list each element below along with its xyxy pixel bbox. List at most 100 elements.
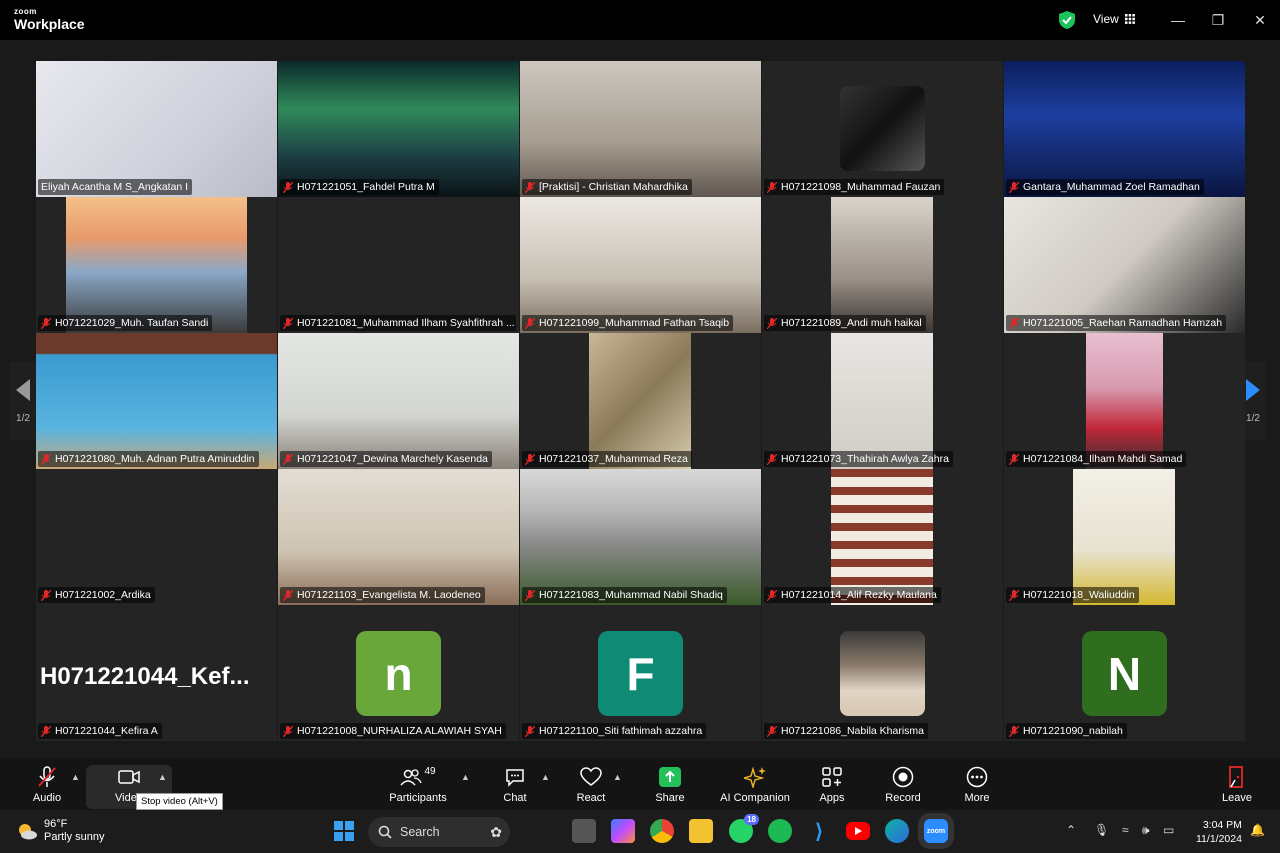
video-tooltip: Stop video (Alt+V): [136, 793, 223, 810]
more-button[interactable]: More: [960, 764, 994, 808]
participant-tile[interactable]: H071221051_Fahdel Putra M: [278, 61, 519, 197]
volume-icon[interactable]: 🕪: [1142, 823, 1150, 838]
participant-name-label: H071221047_Dewina Marchely Kasenda: [280, 451, 492, 467]
participant-tile[interactable]: N H071221090_nabilah: [1004, 605, 1245, 741]
participant-name-label: H071221014_Alif Rezky Maulana: [764, 587, 941, 603]
edge-icon[interactable]: [885, 819, 909, 843]
participant-tile[interactable]: n H071221008_NURHALIZA ALAWIAH SYAH: [278, 605, 519, 741]
participant-tile[interactable]: H071221073_Thahirah Awlya Zahra: [762, 333, 1003, 469]
clock-date: 11/1/2024: [1196, 833, 1242, 845]
participant-tile[interactable]: H071221083_Muhammad Nabil Shadiq: [520, 469, 761, 605]
taskbar-clock[interactable]: 3:04 PM 11/1/2024: [1196, 818, 1242, 846]
leave-button[interactable]: Leave: [1220, 764, 1254, 808]
video-frame: [1086, 333, 1163, 469]
view-button[interactable]: View: [1093, 12, 1135, 26]
video-frame: [1004, 61, 1245, 197]
participant-tile[interactable]: H071221084_Ilham Mahdi Samad: [1004, 333, 1245, 469]
close-icon[interactable]: ✕: [1248, 8, 1272, 32]
copilot-icon[interactable]: [611, 819, 635, 843]
microphone-tray-icon[interactable]: 🎙: [1094, 823, 1109, 837]
participant-name: H071221103_Evangelista M. Laodeneo: [297, 589, 481, 601]
participant-tile[interactable]: H071221029_Muh. Taufan Sandi: [36, 197, 277, 333]
apps-button[interactable]: Apps: [815, 764, 849, 808]
participant-name-label: H071221002_Ardika: [38, 587, 155, 603]
wifi-icon[interactable]: ≈: [1122, 823, 1129, 837]
participant-name-label: H071221037_Muhammad Reza: [522, 451, 692, 467]
react-options-chevron-icon[interactable]: ▲: [613, 772, 622, 782]
participant-name: H071221098_Muhammad Fauzan: [781, 181, 941, 193]
participant-tile[interactable]: H071221103_Evangelista M. Laodeneo: [278, 469, 519, 605]
mic-muted-icon: [41, 589, 51, 601]
tray-overflow-chevron-icon[interactable]: ⌃: [1066, 823, 1076, 837]
participant-name: Eliyah Acantha M S_Angkatan I: [41, 181, 189, 193]
taskbar-search[interactable]: Search ✿: [368, 817, 510, 847]
chat-button[interactable]: Chat: [498, 764, 532, 808]
participant-tile[interactable]: H071221081_Muhammad Ilham Syahfithrah ..…: [278, 197, 519, 333]
participants-button[interactable]: 49 Participants: [386, 764, 450, 808]
participant-tile[interactable]: Eliyah Acantha M S_Angkatan I: [36, 61, 277, 197]
ai-companion-button[interactable]: AI Companion: [718, 764, 792, 808]
chevron-right-icon: [1246, 378, 1260, 401]
participant-tile[interactable]: H071221098_Muhammad Fauzan: [762, 61, 1003, 197]
youtube-icon[interactable]: [846, 822, 870, 840]
participant-name: H071221086_Nabila Kharisma: [781, 725, 925, 737]
vscode-icon[interactable]: ⟩: [807, 819, 831, 843]
participant-tile[interactable]: H071221099_Muhammad Fathan Tsaqib: [520, 197, 761, 333]
participant-tile[interactable]: H071221047_Dewina Marchely Kasenda: [278, 333, 519, 469]
participant-name-label: H071221100_Siti fathimah azzahra: [522, 723, 707, 739]
whatsapp-icon[interactable]: 18: [729, 814, 759, 843]
more-icon: [966, 766, 988, 788]
restore-icon[interactable]: ❐: [1206, 8, 1230, 32]
participant-tile[interactable]: H071221014_Alif Rezky Maulana: [762, 469, 1003, 605]
participant-tile[interactable]: H071221037_Muhammad Reza: [520, 333, 761, 469]
video-options-chevron-icon[interactable]: ▲: [158, 772, 167, 782]
minimize-icon[interactable]: —: [1166, 8, 1190, 32]
participant-name-label: H071221098_Muhammad Fauzan: [764, 179, 945, 195]
encryption-shield-icon[interactable]: [1059, 11, 1075, 29]
participant-tile[interactable]: H071221086_Nabila Kharisma: [762, 605, 1003, 741]
mic-muted-icon: [1009, 317, 1019, 329]
react-button[interactable]: React: [574, 764, 608, 808]
record-button[interactable]: Record: [884, 764, 922, 808]
participant-tile[interactable]: H071221044_Kef... H071221044_Kefira A: [36, 605, 277, 741]
participant-tile[interactable]: H071221089_Andi muh haikal: [762, 197, 1003, 333]
participant-name-label: H071221080_Muh. Adnan Putra Amiruddin: [38, 451, 259, 467]
participant-tile[interactable]: H071221002_Ardika: [36, 469, 277, 605]
title-bar: zoom Workplace View — ❐ ✕: [0, 0, 1280, 40]
search-highlight-icon: ✿: [490, 823, 502, 840]
start-button[interactable]: [332, 819, 356, 843]
participants-options-chevron-icon[interactable]: ▲: [461, 772, 470, 782]
zoom-taskbar-icon[interactable]: zoom: [924, 819, 948, 843]
chat-label: Chat: [503, 792, 527, 804]
share-button[interactable]: Share: [653, 764, 687, 808]
participant-name: H071221002_Ardika: [55, 589, 151, 601]
mic-muted-icon: [41, 725, 51, 737]
notification-bell-icon[interactable]: 🔔: [1250, 823, 1265, 837]
chat-options-chevron-icon[interactable]: ▲: [541, 772, 550, 782]
spotify-icon[interactable]: [768, 819, 792, 843]
participant-tile[interactable]: [Praktisi] - Christian Mahardhika: [520, 61, 761, 197]
task-view-icon[interactable]: [572, 819, 596, 843]
mic-muted-icon: [1009, 725, 1019, 737]
prev-page-button[interactable]: 1/2: [10, 362, 36, 440]
participant-name-label: H071221018_Waliuddin: [1006, 587, 1139, 603]
participant-name: H071221051_Fahdel Putra M: [297, 181, 435, 193]
audio-options-chevron-icon[interactable]: ▲: [71, 772, 80, 782]
participant-tile[interactable]: Gantara_Muhammad Zoel Ramadhan: [1004, 61, 1245, 197]
participant-tile[interactable]: H071221080_Muh. Adnan Putra Amiruddin: [36, 333, 277, 469]
more-label: More: [964, 792, 990, 804]
participant-tile[interactable]: H071221018_Waliuddin: [1004, 469, 1245, 605]
file-explorer-icon[interactable]: [689, 819, 713, 843]
participant-name-label: H071221099_Muhammad Fathan Tsaqib: [522, 315, 734, 331]
participant-name-label: H071221083_Muhammad Nabil Shadiq: [522, 587, 727, 603]
battery-icon[interactable]: ▭: [1163, 823, 1174, 837]
brand-bottom: Workplace: [14, 16, 85, 32]
audio-button[interactable]: Audio: [30, 764, 64, 808]
windows-taskbar: 96°F Partly sunny Search ✿ 18 ⟩ zoom ⌃ 🎙…: [0, 810, 1280, 853]
participant-name: H071221083_Muhammad Nabil Shadiq: [539, 589, 723, 601]
participant-name-label: H071221073_Thahirah Awlya Zahra: [764, 451, 953, 467]
participant-tile[interactable]: F H071221100_Siti fathimah azzahra: [520, 605, 761, 741]
weather-widget[interactable]: 96°F Partly sunny: [16, 818, 105, 844]
chrome-icon[interactable]: [650, 819, 674, 843]
participant-tile[interactable]: H071221005_Raehan Ramadhan Hamzah: [1004, 197, 1245, 333]
